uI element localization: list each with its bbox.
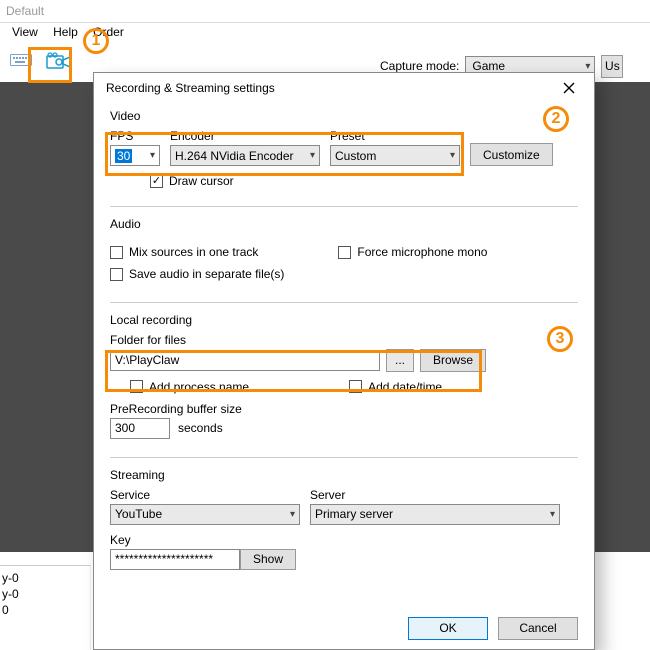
mix-sources-checkbox[interactable]	[110, 246, 123, 259]
server-select[interactable]: Primary server ▾	[310, 504, 560, 525]
folder-label: Folder for files	[110, 333, 578, 347]
draw-cursor-label: Draw cursor	[169, 174, 234, 188]
cancel-button[interactable]: Cancel	[498, 617, 578, 640]
save-separate-checkbox[interactable]	[110, 268, 123, 281]
chevron-down-icon: ▾	[550, 509, 555, 520]
folder-value: V:\PlayClaw	[115, 353, 179, 367]
chevron-down-icon: ▾	[290, 509, 295, 520]
streaming-section-title: Streaming	[110, 468, 578, 482]
add-datetime-label: Add date/time	[368, 380, 442, 394]
add-process-checkbox[interactable]	[130, 380, 143, 393]
service-select[interactable]: YouTube ▾	[110, 504, 300, 525]
folder-ellipsis-button[interactable]: ...	[386, 349, 414, 372]
force-mono-checkbox[interactable]	[338, 246, 351, 259]
user-button[interactable]: Us	[601, 55, 623, 78]
server-label: Server	[310, 488, 560, 502]
annotation-1: 1	[83, 28, 109, 54]
audio-section-title: Audio	[110, 217, 578, 231]
chevron-down-icon: ▾	[450, 150, 455, 161]
customize-label: Customize	[483, 148, 540, 162]
ok-button[interactable]: OK	[408, 617, 488, 640]
chevron-down-icon: ▾	[310, 150, 315, 161]
settings-dialog: Recording & Streaming settings Video FPS…	[93, 72, 595, 650]
folder-input[interactable]: V:\PlayClaw	[110, 350, 380, 371]
add-datetime-checkbox[interactable]	[349, 380, 362, 393]
menu-help[interactable]: Help	[53, 25, 78, 39]
close-icon[interactable]	[550, 75, 588, 101]
capture-mode-label: Capture mode:	[380, 59, 459, 73]
preset-value: Custom	[335, 149, 376, 163]
dialog-title: Recording & Streaming settings	[106, 81, 275, 95]
capture-mode-value: Game	[472, 59, 505, 73]
browse-label: Browse	[433, 353, 473, 367]
annotation-2: 2	[543, 106, 569, 132]
ok-label: OK	[439, 621, 456, 635]
list-item[interactable]: y-0	[0, 570, 90, 586]
mix-sources-label: Mix sources in one track	[129, 245, 258, 259]
show-label: Show	[253, 552, 283, 566]
show-key-button[interactable]: Show	[240, 549, 296, 570]
draw-cursor-checkbox[interactable]: ✓	[150, 175, 163, 188]
menu-view[interactable]: View	[12, 25, 38, 39]
fps-input[interactable]: 30	[115, 149, 132, 163]
user-btn-label: Us	[605, 59, 620, 73]
chevron-down-icon: ▾	[585, 61, 590, 72]
prerec-label: PreRecording buffer size	[110, 402, 578, 416]
cancel-label: Cancel	[519, 621, 556, 635]
camera-icon[interactable]	[42, 45, 76, 79]
prerec-value: 300	[115, 421, 135, 435]
local-rec-section-title: Local recording	[110, 313, 578, 327]
encoder-label: Encoder	[170, 129, 320, 143]
prerec-input[interactable]: 300	[110, 418, 170, 439]
force-mono-label: Force microphone mono	[357, 245, 487, 259]
customize-button[interactable]: Customize	[470, 143, 553, 166]
chevron-down-icon[interactable]: ▾	[150, 150, 155, 161]
seconds-label: seconds	[178, 421, 223, 435]
bottom-list: y-0 y-0 0	[0, 565, 91, 650]
annotation-3: 3	[547, 326, 573, 352]
save-separate-label: Save audio in separate file(s)	[129, 267, 284, 281]
list-item[interactable]: 0	[0, 602, 90, 618]
video-section-title: Video	[110, 109, 578, 123]
encoder-value: H.264 NVidia Encoder	[175, 149, 294, 163]
keyboard-icon[interactable]	[4, 45, 38, 79]
list-item[interactable]: y-0	[0, 586, 90, 602]
browse-button[interactable]: Browse	[420, 349, 486, 372]
fps-label: FPS	[110, 129, 160, 143]
window-title: Default	[0, 0, 650, 23]
key-input[interactable]: *********************	[110, 549, 240, 570]
key-value: *********************	[115, 552, 213, 566]
add-process-label: Add process name	[149, 380, 249, 394]
service-label: Service	[110, 488, 300, 502]
encoder-select[interactable]: H.264 NVidia Encoder ▾	[170, 145, 320, 166]
preset-select[interactable]: Custom ▾	[330, 145, 460, 166]
key-label: Key	[110, 533, 578, 547]
service-value: YouTube	[115, 507, 162, 521]
server-value: Primary server	[315, 507, 393, 521]
preset-label: Preset	[330, 129, 460, 143]
ellipsis-label: ...	[395, 353, 405, 367]
